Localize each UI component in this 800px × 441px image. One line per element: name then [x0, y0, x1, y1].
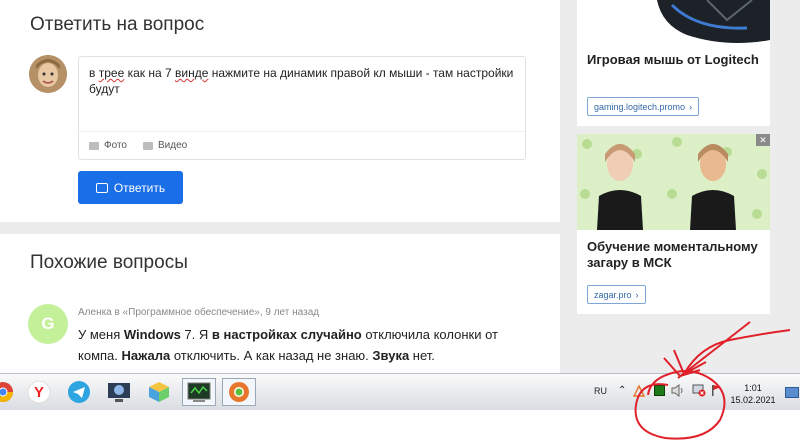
red-annotation-overlay	[634, 321, 791, 440]
annotation-arrow-line-2	[683, 329, 791, 375]
annotation-circle	[634, 370, 726, 440]
annotation-arrow-line	[677, 321, 751, 379]
